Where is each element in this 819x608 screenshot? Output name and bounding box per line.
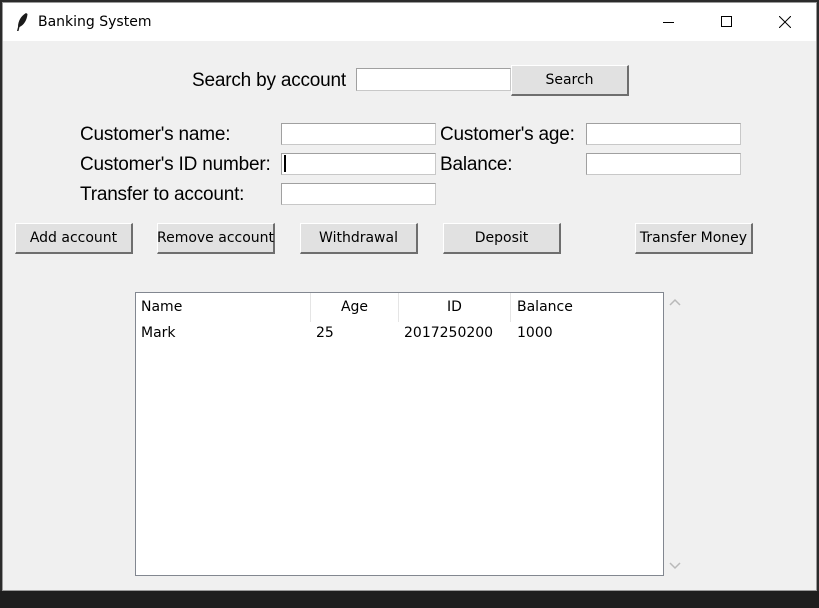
maximize-button[interactable] [704, 3, 750, 41]
cell-id: 2017250200 [404, 325, 494, 341]
column-header-id[interactable]: ID [399, 293, 511, 322]
balance-field[interactable] [586, 153, 741, 175]
cell-balance: 1000 [517, 325, 553, 341]
table-header: Name Age ID Balance [136, 293, 663, 322]
customer-age-field[interactable] [586, 123, 741, 145]
deposit-button[interactable]: Deposit [443, 223, 561, 254]
maximize-icon [721, 16, 732, 27]
scroll-up-icon[interactable] [669, 298, 681, 308]
customer-age-label: Customer's age: [440, 124, 575, 145]
search-input[interactable] [356, 68, 511, 91]
column-header-name[interactable]: Name [136, 293, 311, 322]
withdrawal-button[interactable]: Withdrawal [300, 223, 418, 254]
remove-account-button[interactable]: Remove account [157, 223, 275, 254]
minimize-button[interactable] [646, 3, 692, 41]
text-cursor [284, 155, 286, 172]
balance-label: Balance: [440, 154, 513, 175]
transfer-account-field[interactable] [281, 183, 436, 205]
window-title: Banking System [38, 14, 152, 30]
customer-id-field[interactable] [281, 153, 436, 175]
accounts-table[interactable]: Name Age ID Balance Mark 25 2017250200 1… [135, 292, 664, 576]
cell-name: Mark [141, 325, 176, 341]
scroll-down-icon[interactable] [669, 560, 681, 570]
column-header-age[interactable]: Age [311, 293, 399, 322]
background-strip [0, 591, 819, 608]
feather-icon [17, 13, 28, 31]
search-button[interactable]: Search [511, 65, 629, 96]
cell-age: 25 [316, 325, 334, 341]
close-button[interactable] [762, 3, 808, 41]
customer-id-label: Customer's ID number: [80, 154, 271, 175]
title-bar[interactable]: Banking System [3, 3, 816, 41]
transfer-account-label: Transfer to account: [80, 184, 245, 205]
search-label: Search by account [192, 70, 346, 91]
customer-name-label: Customer's name: [80, 124, 231, 145]
customer-name-field[interactable] [281, 123, 436, 145]
column-header-balance[interactable]: Balance [511, 293, 661, 322]
close-icon [779, 16, 791, 28]
app-window: Banking System Search by account Search … [2, 2, 817, 591]
minimize-icon [663, 22, 674, 23]
add-account-button[interactable]: Add account [15, 223, 133, 254]
transfer-money-button[interactable]: Transfer Money [635, 223, 753, 254]
table-row[interactable]: Mark 25 2017250200 1000 [136, 325, 663, 345]
